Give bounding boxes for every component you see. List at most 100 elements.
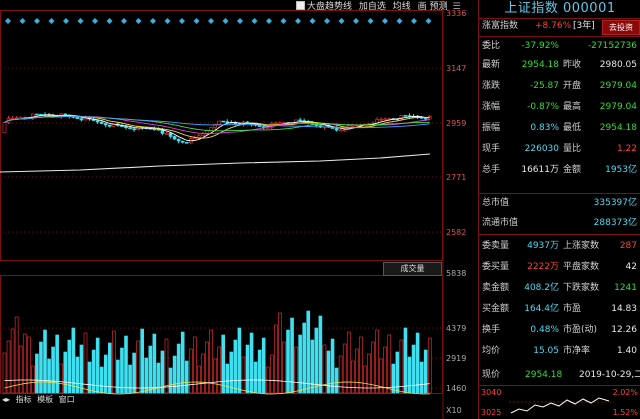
- order-value-2: 1.40: [616, 346, 637, 356]
- volume-bar: [103, 354, 108, 394]
- event-marker-icon: [121, 18, 127, 24]
- toolbar-trendline[interactable]: 大盘趋势线: [307, 2, 352, 12]
- candle-body: [383, 118, 388, 121]
- market-cap-row: 流通市值 288373亿: [479, 215, 640, 232]
- candle-body: [75, 117, 80, 119]
- candle-body: [338, 129, 343, 132]
- volume-bar: [375, 329, 379, 394]
- index-value: +8.76%: [535, 21, 572, 31]
- quote-label-2: 金额: [563, 165, 582, 175]
- event-marker-icon: [48, 18, 55, 24]
- volume-bar: [2, 352, 7, 394]
- quote-value: 0.83%: [530, 123, 559, 133]
- volume-menu-icon[interactable]: ◂▸: [2, 395, 10, 404]
- order-label: 卖金额: [482, 283, 510, 293]
- candle-body: [225, 121, 230, 123]
- quote-panel: 上证指数 000001 涨富指数 +8.76% [3年] 去投资 委比 -37.9…: [478, 0, 640, 419]
- invest-button[interactable]: 去投资: [602, 20, 640, 35]
- volume-bar: [261, 337, 266, 394]
- candle-body: [197, 135, 201, 138]
- price-axis-label: 3147: [446, 64, 467, 73]
- event-marker-icon: [135, 18, 142, 24]
- volume-indicator-tab[interactable]: 成交量: [383, 262, 442, 276]
- volume-bar: [51, 346, 55, 394]
- volume-bar: [318, 315, 323, 394]
- volume-bar: [189, 348, 193, 394]
- quote-value: 226030: [524, 144, 559, 154]
- candle-body: [334, 128, 339, 131]
- candle-body: [205, 130, 209, 134]
- chart-area[interactable]: 大盘趋势线 加自选 均线 画 预测 ☰ 3336 3147 2959 2771 …: [0, 0, 478, 419]
- candle-body: [403, 115, 408, 117]
- candle-body: [108, 124, 112, 127]
- volume-bar: [197, 365, 201, 394]
- order-value: 4937万: [527, 241, 559, 251]
- quote-label: 最新: [482, 60, 501, 70]
- candle-body: [217, 120, 221, 125]
- volume-bar: [383, 346, 388, 394]
- candle-body: [10, 117, 15, 120]
- volume-bar: [282, 341, 286, 394]
- volume-bar: [274, 324, 278, 394]
- volume-bar: [18, 345, 23, 394]
- quote-label: 总手: [482, 165, 501, 175]
- quote-label-2: 最低: [563, 123, 582, 133]
- quote-label: 现手: [482, 144, 501, 154]
- current-price-label: 现价: [482, 370, 501, 380]
- price-axis-label: 2771: [446, 173, 467, 182]
- index-period[interactable]: [3年]: [573, 18, 595, 35]
- volume-bar: [306, 310, 311, 394]
- market-cap-value: 335397亿: [593, 198, 637, 208]
- event-marker-icon: [77, 18, 84, 24]
- order-row: 均价 15.05 市净率 1.40: [479, 343, 640, 360]
- volume-bar: [391, 363, 396, 394]
- quote-label-2: 开盘: [563, 81, 582, 91]
- order-row: 卖金额 408.2亿 下跌家数 1241: [479, 280, 640, 297]
- order-label: 委买量: [482, 262, 510, 272]
- volume-bar: [407, 356, 412, 394]
- event-marker-icon: [396, 18, 403, 24]
- quote-label: 涨跌: [482, 81, 501, 91]
- toolbar-draw[interactable]: 画: [418, 2, 427, 12]
- candle-body: [132, 128, 136, 131]
- event-marker-icon: [411, 18, 417, 24]
- order-row: 委买量 2222万 平盘家数 42: [479, 259, 640, 276]
- volume-bar: [415, 332, 420, 394]
- trendline-checkbox[interactable]: [296, 1, 305, 10]
- candle-body: [233, 122, 238, 125]
- volume-bar: [6, 340, 11, 394]
- mini-pct-top: 2.02%: [613, 388, 639, 397]
- kline-chart[interactable]: [0, 0, 478, 419]
- volume-bar: [330, 338, 335, 394]
- volume-bar: [148, 345, 153, 394]
- order-label-2: 下跌家数: [563, 283, 600, 293]
- order-row: 换手 0.48% 市盈(动) 12.26: [479, 322, 640, 339]
- volume-bar: [399, 339, 404, 394]
- order-value: 15.05: [533, 346, 559, 356]
- tab-indicator[interactable]: 指标: [16, 395, 32, 404]
- mini-axis-bottom: 3025: [481, 408, 501, 417]
- volume-bar: [205, 341, 209, 394]
- order-label-2: 市净率: [563, 346, 591, 356]
- mini-axis-top: 3040: [481, 388, 501, 397]
- candle-body: [257, 125, 262, 127]
- volume-bar: [35, 353, 39, 394]
- toolbar-add-watchlist[interactable]: 加自选: [359, 2, 386, 12]
- toolbar-predict[interactable]: 预测: [430, 2, 448, 12]
- volume-bar: [245, 344, 250, 394]
- tab-template[interactable]: 模板: [37, 395, 53, 404]
- tab-window[interactable]: 窗口: [59, 395, 75, 404]
- volume-bar: [180, 331, 185, 394]
- quote-value-2: 2979.04: [599, 102, 637, 112]
- event-marker-icon: [338, 18, 345, 24]
- event-marker-icon: [295, 18, 301, 24]
- event-marker-icon: [280, 18, 287, 24]
- toolbar-ma[interactable]: 均线: [393, 2, 411, 12]
- price-axis-label: 2582: [446, 228, 467, 237]
- quote-value: -0.87%: [527, 102, 559, 112]
- candle-body: [342, 129, 347, 132]
- candle-body: [79, 118, 84, 121]
- volume-axis-label: 2919: [446, 354, 467, 363]
- volume-bar: [237, 327, 242, 394]
- volume-bar: [43, 329, 47, 394]
